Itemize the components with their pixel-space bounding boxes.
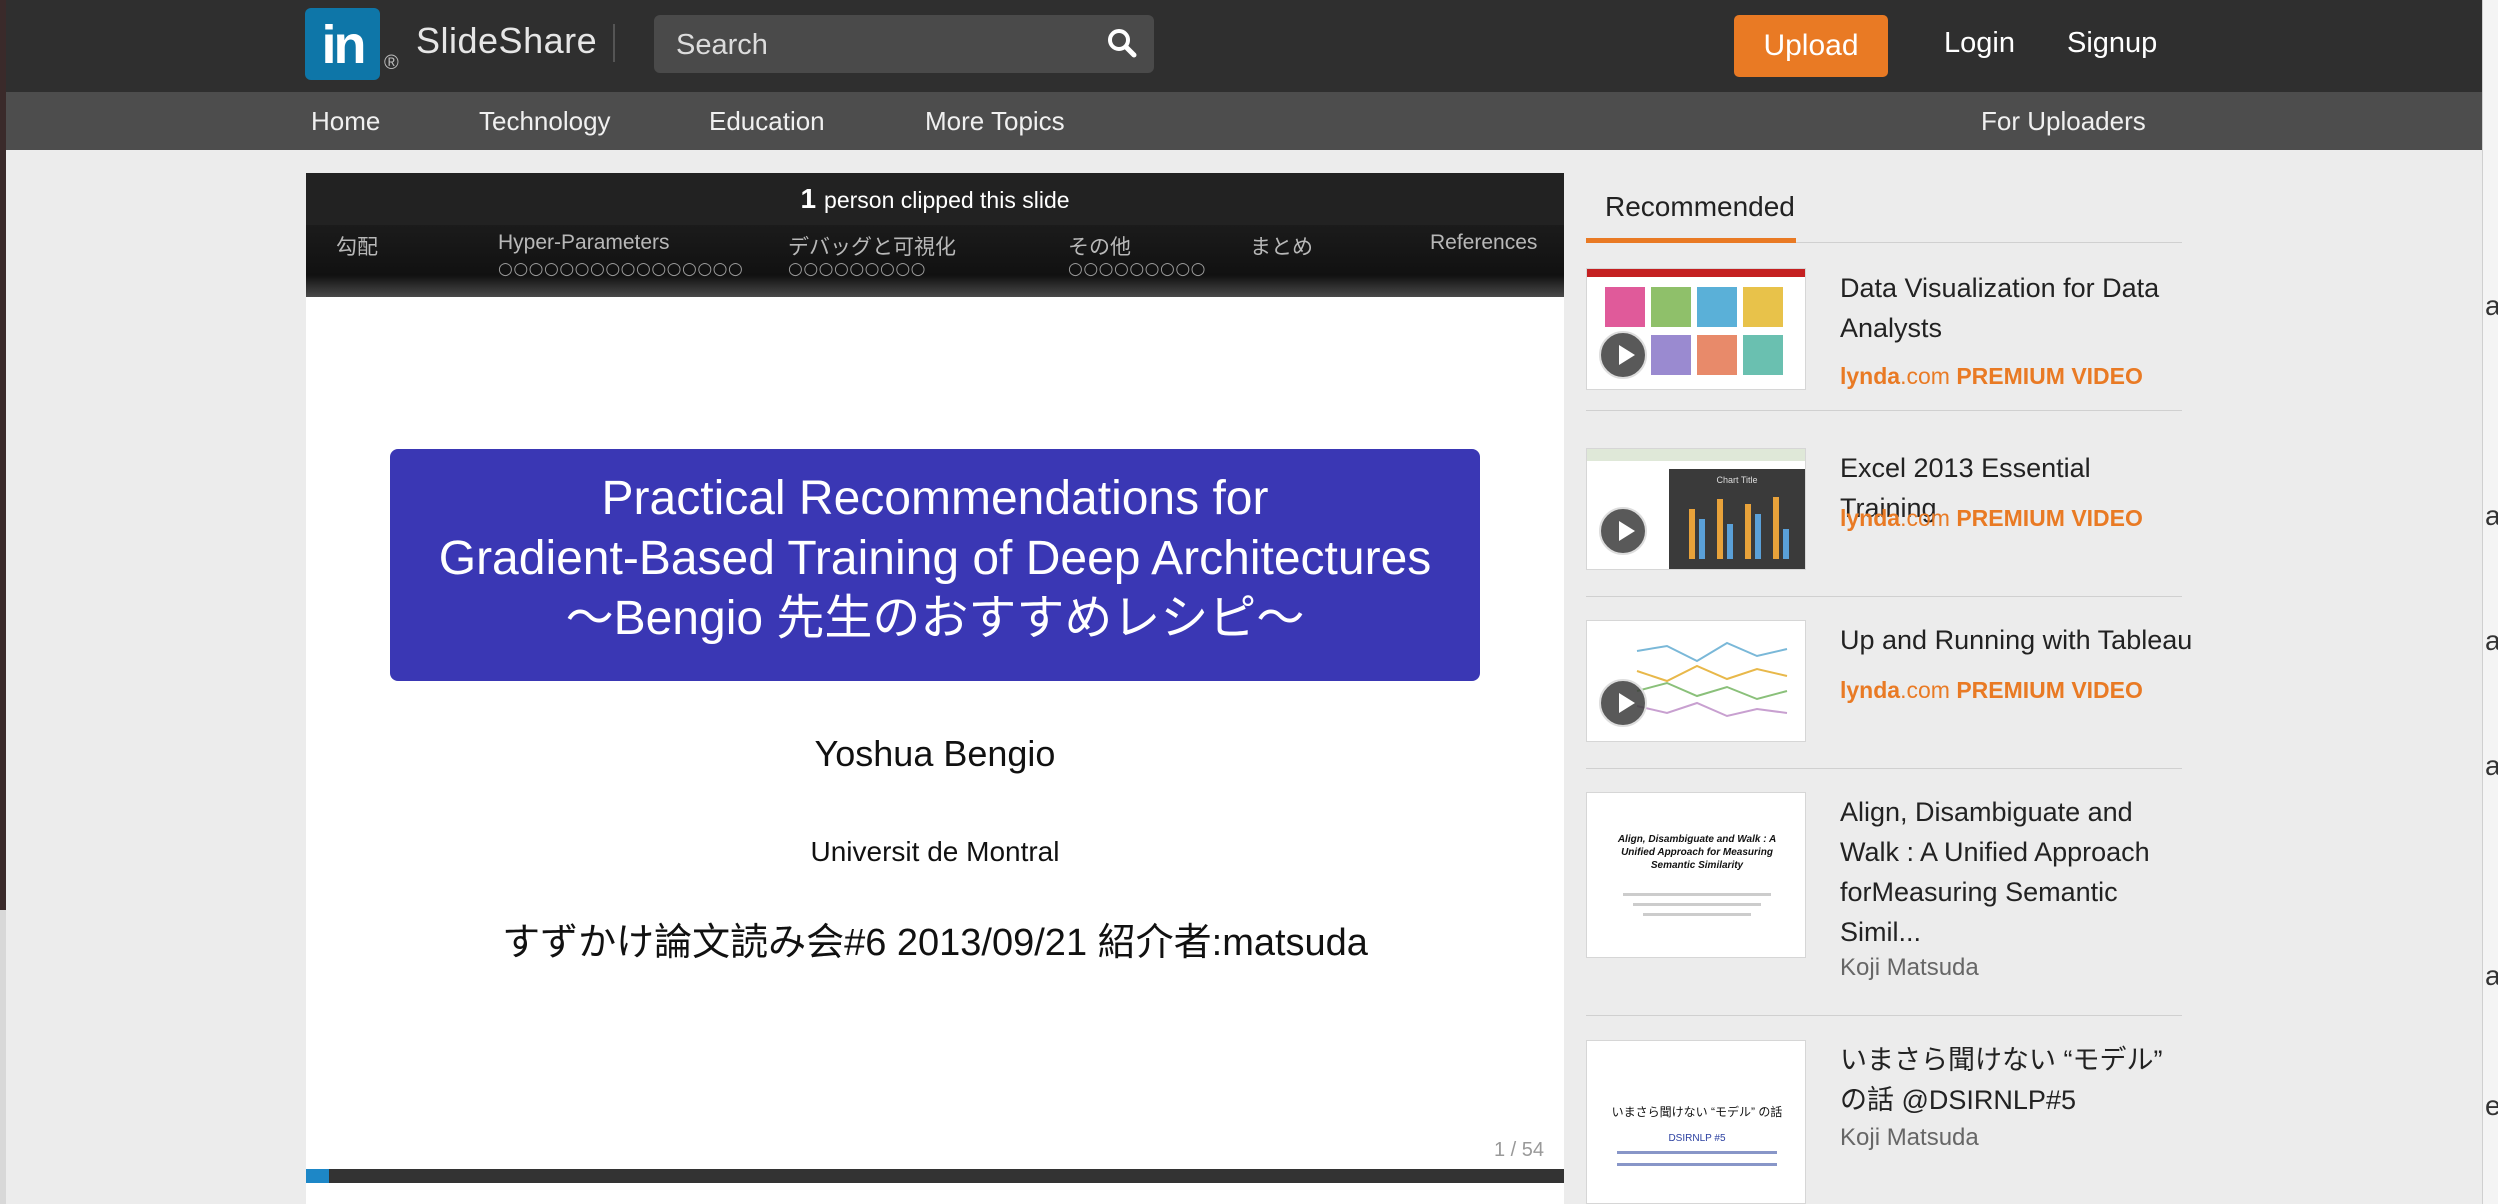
edge-text: a bbox=[2485, 960, 2498, 991]
recommended-author[interactable]: Koji Matsuda bbox=[1840, 954, 1979, 982]
recommended-title[interactable]: いまさら聞けない “モデル” の話 @DSIRNLP#5 bbox=[1840, 1040, 2180, 1120]
recommended-author[interactable]: Koji Matsuda bbox=[1840, 1124, 1979, 1152]
slide-title-line: Practical Recommendations for bbox=[601, 472, 1269, 525]
recommended-title[interactable]: Data Visualization for Data Analysts bbox=[1840, 268, 2180, 348]
nav-home[interactable]: Home bbox=[311, 106, 380, 137]
desktop-background-lower bbox=[0, 910, 6, 1204]
upload-button[interactable]: Upload bbox=[1734, 15, 1888, 77]
slide-title-line: Gradient-Based Training of Deep Architec… bbox=[438, 532, 1432, 585]
slide-thumbnail[interactable]: いまさら聞けない “モデル” の話 DSIRNLP #5 bbox=[1586, 1040, 1806, 1204]
section-label: References bbox=[1430, 231, 1538, 254]
search-box[interactable]: Search bbox=[654, 15, 1154, 73]
recommended-item[interactable]: Data Visualization for Data Analysts lyn… bbox=[1586, 268, 2182, 394]
edge-text: e bbox=[2485, 1090, 2498, 1121]
recommended-source: lynda.com PREMIUM VIDEO bbox=[1840, 677, 2143, 704]
play-icon[interactable] bbox=[1599, 507, 1647, 555]
slide-thumbnail[interactable]: Align, Disambiguate and Walk : A Unified… bbox=[1586, 792, 1806, 958]
adjacent-window-edge: a a a a a e bbox=[2482, 0, 2498, 1204]
divider bbox=[1586, 1015, 2182, 1016]
section-label: デバッグと可視化 bbox=[788, 236, 956, 259]
edge-text: a bbox=[2485, 290, 2498, 321]
source-lynda: lynda bbox=[1840, 505, 1901, 531]
recommended-item[interactable]: いまさら聞けない “モデル” の話 DSIRNLP #5 いまさら聞けない “モ… bbox=[1586, 1040, 2182, 1204]
edge-text: a bbox=[2485, 625, 2498, 656]
slide-author: Yoshua Bengio bbox=[814, 733, 1056, 774]
recommended-source: lynda.com PREMIUM VIDEO bbox=[1840, 505, 2143, 532]
brand-name[interactable]: SlideShare bbox=[416, 20, 597, 62]
recommended-title[interactable]: Up and Running with Tableau bbox=[1840, 620, 2200, 660]
source-lynda: lynda bbox=[1840, 677, 1901, 703]
recommended-item[interactable]: Chart Title Excel 2013 Essential Trainin… bbox=[1586, 448, 2182, 574]
slide-institution: Universit de Montral bbox=[810, 836, 1060, 867]
clip-bar[interactable]: 1 person clipped this slide bbox=[306, 173, 1564, 225]
clip-count: 1 bbox=[800, 183, 817, 214]
edge-text: a bbox=[2485, 750, 2498, 781]
slide-title-box: Practical Recommendations for Gradient-B… bbox=[390, 449, 1480, 681]
divider bbox=[1586, 768, 2182, 769]
slide-title-line: ～Bengio 先生のおすすめレシピ～ bbox=[565, 592, 1305, 645]
recommended-title[interactable]: Align, Disambiguate and Walk : A Unified… bbox=[1840, 792, 2180, 952]
search-icon[interactable] bbox=[1104, 25, 1140, 61]
source-dotcom: .com bbox=[1900, 363, 1950, 389]
section-label: 勾配 bbox=[336, 236, 378, 259]
video-thumbnail[interactable] bbox=[1586, 268, 1806, 390]
source-lynda: lynda bbox=[1840, 363, 1901, 389]
slide-progress-bar[interactable] bbox=[306, 1169, 1564, 1183]
section-dots: ○○○○○○○○○○○○○○○○ bbox=[498, 259, 744, 279]
section-label: まとめ bbox=[1250, 236, 1313, 259]
video-thumbnail[interactable]: Chart Title bbox=[1586, 448, 1806, 570]
slide-section-nav: 勾配 Hyper-Parameters ○○○○○○○○○○○○○○○○ デバッ… bbox=[306, 225, 1564, 297]
nav-technology[interactable]: Technology bbox=[479, 106, 611, 137]
nav-bar: Home Technology Education More Topics Fo… bbox=[6, 92, 2482, 150]
edge-text: a bbox=[2485, 500, 2498, 531]
recommended-source: lynda.com PREMIUM VIDEO bbox=[1840, 363, 2143, 390]
nav-more-topics[interactable]: More Topics bbox=[925, 106, 1065, 137]
thumb-title: Align, Disambiguate and Walk : A Unified… bbox=[1617, 834, 1777, 871]
slide-event: すずかけ論文読み会#6 2013/09/21 紹介者:matsuda bbox=[502, 922, 1368, 964]
nav-for-uploaders[interactable]: For Uploaders bbox=[1981, 106, 2146, 137]
search-input[interactable]: Search bbox=[676, 29, 768, 62]
section-label: その他 bbox=[1068, 236, 1131, 259]
play-icon[interactable] bbox=[1599, 331, 1647, 379]
section-dots: ○○○○○○○○○ bbox=[1068, 259, 1207, 279]
tab-recommended[interactable]: Recommended bbox=[1586, 173, 1796, 243]
divider bbox=[1586, 596, 2182, 597]
header-divider bbox=[613, 24, 615, 62]
nav-education[interactable]: Education bbox=[709, 106, 825, 137]
recommended-item[interactable]: Up and Running with Tableau lynda.com PR… bbox=[1586, 620, 2192, 746]
slide-progress-fill bbox=[306, 1169, 330, 1183]
thumb-chart-title: Chart Title bbox=[1716, 475, 1758, 485]
source-dotcom: .com bbox=[1900, 677, 1950, 703]
recommended-header: Recommended bbox=[1586, 173, 2182, 243]
signup-link[interactable]: Signup bbox=[2067, 27, 2157, 60]
login-link[interactable]: Login bbox=[1944, 27, 2015, 60]
clip-text: person clipped this slide bbox=[824, 187, 1070, 213]
tab-recommended-label: Recommended bbox=[1605, 191, 1795, 222]
recommended-item[interactable]: Align, Disambiguate and Walk : A Unified… bbox=[1586, 792, 2182, 992]
section-label: Hyper-Parameters bbox=[498, 231, 670, 254]
divider bbox=[1586, 410, 2182, 411]
source-tag: PREMIUM VIDEO bbox=[1956, 505, 2143, 531]
slide-viewer[interactable]: 1 person clipped this slide 勾配 Hyper-Para… bbox=[306, 173, 1564, 1204]
page-indicator: 1 / 54 bbox=[1493, 1139, 1544, 1161]
play-icon[interactable] bbox=[1599, 679, 1647, 727]
thumb-title: いまさら聞けない “モデル” の話 bbox=[1611, 1105, 1783, 1119]
source-dotcom: .com bbox=[1900, 505, 1950, 531]
thumb-subtitle: DSIRNLP #5 bbox=[1668, 1133, 1726, 1144]
registered-mark: ® bbox=[384, 52, 399, 74]
source-tag: PREMIUM VIDEO bbox=[1956, 363, 2143, 389]
video-thumbnail[interactable] bbox=[1586, 620, 1806, 742]
linkedin-logo[interactable]: in bbox=[305, 8, 380, 80]
section-dots: ○○○○○○○○○ bbox=[788, 259, 927, 279]
source-tag: PREMIUM VIDEO bbox=[1956, 677, 2143, 703]
